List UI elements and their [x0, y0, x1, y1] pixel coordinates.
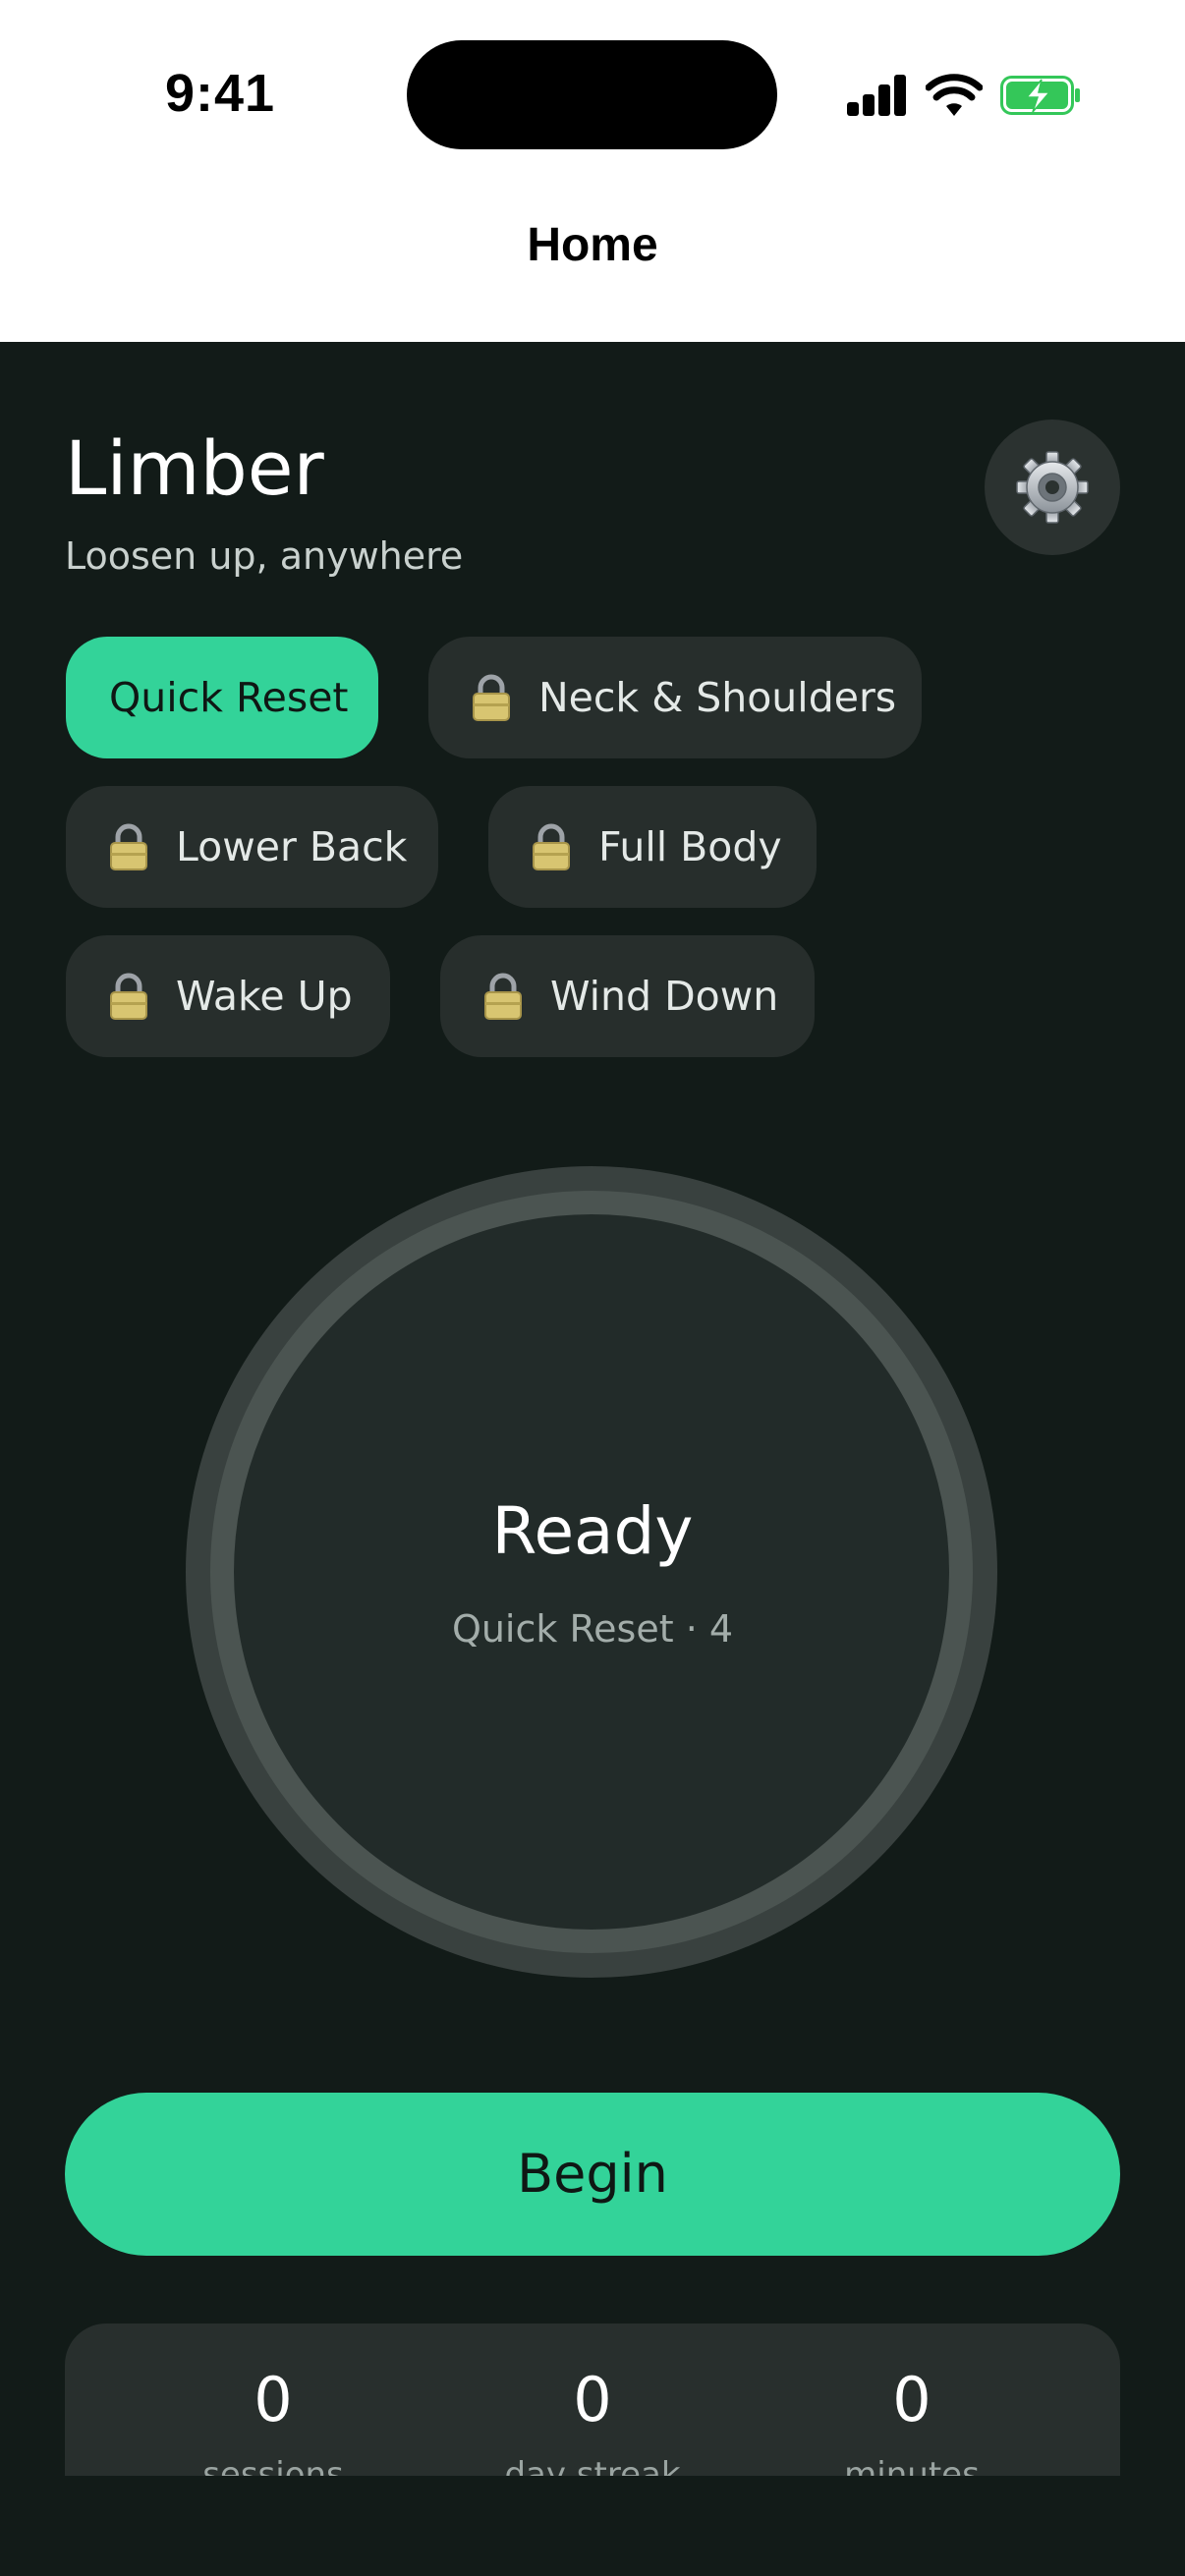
gear-icon — [1016, 451, 1089, 524]
routine-chip-full-body[interactable]: Full Body — [488, 786, 817, 908]
lock-icon — [110, 823, 147, 870]
top-header: 9:41 Home — [0, 0, 1185, 342]
routine-chip-neck-shoulders[interactable]: Neck & Shoulders — [428, 637, 922, 758]
lock-icon — [533, 823, 570, 870]
status-time: 9:41 — [165, 64, 276, 123]
stat-value: 0 — [573, 2364, 612, 2436]
routine-chip-wake-up[interactable]: Wake Up — [66, 935, 390, 1057]
begin-button[interactable]: Begin — [65, 2093, 1120, 2256]
app-title: Limber — [65, 424, 324, 512]
stat-minutes: 0 minutes — [764, 2361, 1059, 2476]
timer-face — [234, 1214, 949, 1930]
routine-chip-label: Wind Down — [550, 973, 779, 1020]
routine-chip-quick-reset[interactable]: Quick Reset — [66, 637, 378, 758]
lock-icon — [473, 674, 510, 721]
lock-icon — [484, 973, 522, 1020]
routine-chip-label: Neck & Shoulders — [538, 674, 897, 721]
battery-charging-icon — [1000, 76, 1080, 115]
settings-button[interactable] — [985, 420, 1120, 555]
routine-chip-label: Wake Up — [176, 973, 353, 1020]
signal-icon — [847, 73, 908, 116]
stat-label: day streak — [504, 2455, 681, 2476]
stat-streak: 0 day streak — [445, 2361, 740, 2476]
stat-value: 0 — [892, 2364, 931, 2436]
stat-sessions: 0 sessions — [126, 2361, 421, 2476]
stats-card: 0 sessions 0 day streak 0 minutes — [65, 2324, 1120, 2476]
dynamic-island — [407, 40, 777, 149]
timer-status: Ready — [491, 1493, 694, 1569]
routine-chip-lower-back[interactable]: Lower Back — [66, 786, 438, 908]
routine-chip-label: Full Body — [598, 823, 782, 870]
stat-value: 0 — [254, 2364, 293, 2436]
routine-chip-label: Lower Back — [176, 823, 408, 870]
lock-icon — [110, 973, 147, 1020]
stat-label: minutes — [844, 2455, 980, 2476]
app-subtitle: Loosen up, anywhere — [65, 534, 464, 578]
nav-title: Home — [527, 219, 658, 271]
timer-detail: Quick Reset · 4 — [451, 1607, 734, 1651]
routine-chip-wind-down[interactable]: Wind Down — [440, 935, 815, 1057]
stat-label: sessions — [202, 2455, 344, 2476]
wifi-icon — [926, 74, 983, 116]
routine-chip-label: Quick Reset — [109, 674, 349, 721]
